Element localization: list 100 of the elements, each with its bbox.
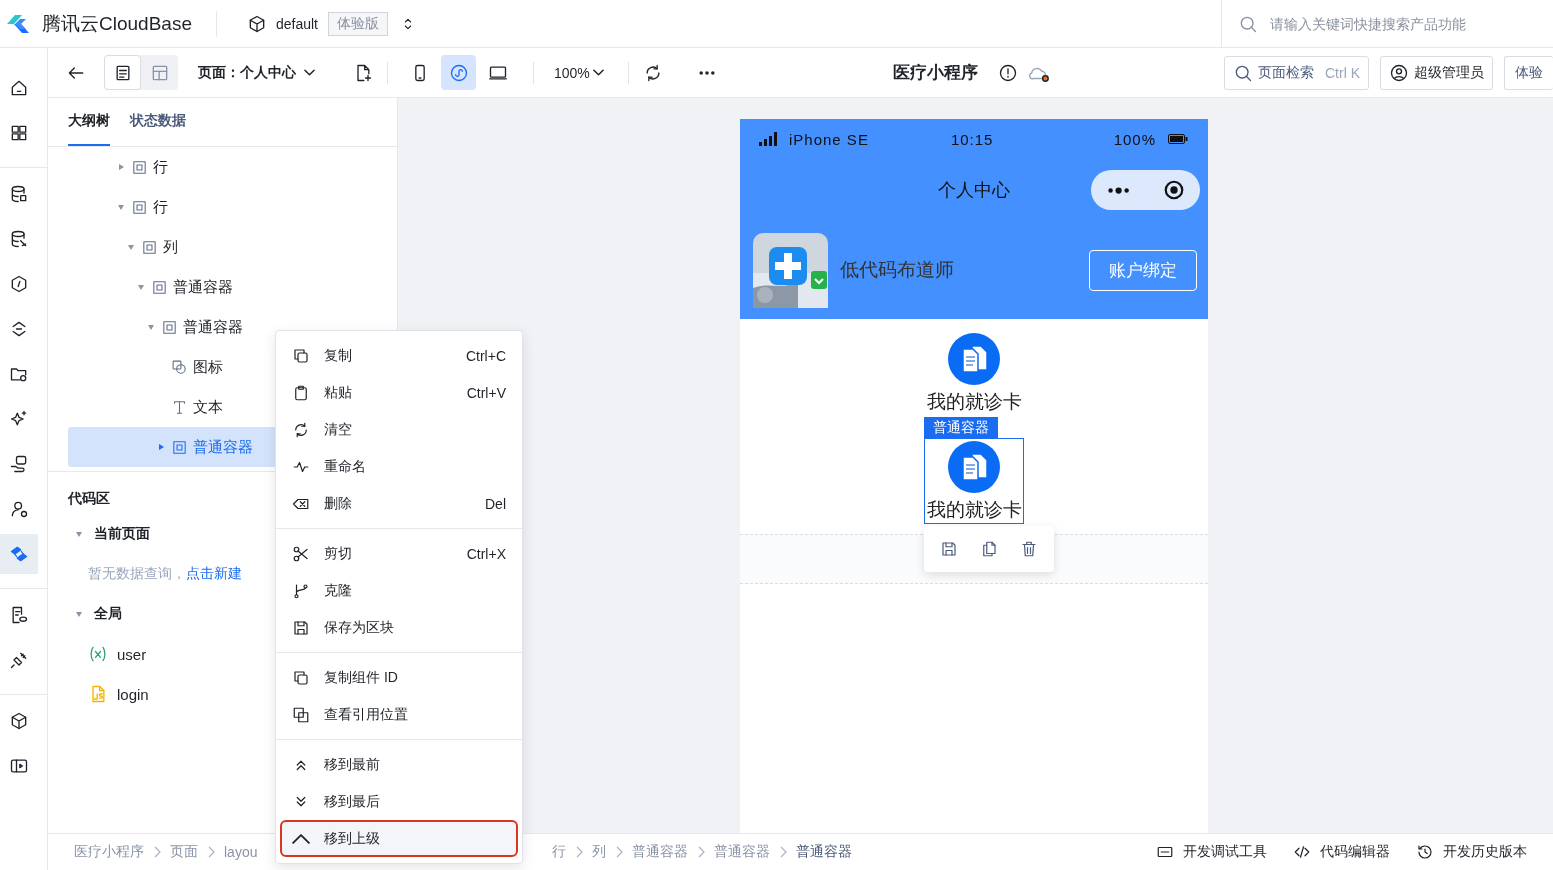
menu-item[interactable]: 复制组件 ID [280, 659, 518, 696]
product-name: 腾讯云CloudBase [42, 11, 192, 36]
chevron-down-icon [304, 69, 315, 76]
menu-item[interactable]: 移到上级 [280, 820, 518, 857]
info-icon[interactable] [997, 62, 1018, 83]
menu-item[interactable]: 剪切 Ctrl+X [280, 535, 518, 572]
caret-icon[interactable] [116, 202, 126, 212]
caret-icon[interactable] [126, 242, 136, 252]
container-icon [131, 158, 148, 176]
tool-button[interactable]: 开发调试工具 [1156, 843, 1267, 861]
tree-label: 图标 [193, 357, 223, 377]
tree-item[interactable]: 普通容器 [68, 267, 397, 307]
menu-item[interactable]: 克隆 [280, 572, 518, 609]
menu-label: 保存为区块 [324, 618, 394, 637]
menu-label: 移到最前 [324, 755, 380, 774]
menu-item[interactable]: 粘贴 Ctrl+V [280, 374, 518, 411]
code-item-label[interactable]: user [117, 645, 147, 663]
user-icon [9, 499, 29, 519]
zoom-dropdown[interactable]: 100% [554, 64, 604, 81]
copy-icon [292, 346, 310, 365]
tool-button[interactable]: 代码编辑器 [1293, 843, 1390, 861]
environment-name[interactable]: default [275, 15, 318, 32]
button-label: 开发调试工具 [1183, 843, 1267, 861]
document-icon[interactable] [948, 333, 1000, 385]
trial-button[interactable]: 体验 [1504, 55, 1553, 90]
button-label: 超级管理员 [1414, 63, 1484, 82]
link-icon [448, 62, 469, 83]
shortcut-hint: Ctrl K [1325, 64, 1360, 81]
scissors-icon [292, 544, 310, 563]
tool-button[interactable]: 开发历史版本 [1416, 843, 1527, 861]
history-icon [1416, 843, 1434, 861]
status-time: 10:15 [950, 130, 994, 148]
menu-item[interactable]: 删除 Del [280, 485, 518, 522]
tab[interactable]: 状态数据 [130, 98, 186, 146]
caret-icon[interactable] [136, 282, 146, 292]
user-name: 低代码布道师 [840, 258, 954, 282]
tree-item[interactable]: 列 [68, 227, 397, 267]
button-label: 页面检索 [1258, 63, 1314, 82]
card-label: 我的就诊卡 [926, 498, 1022, 522]
section-title: 代码区 [68, 489, 110, 508]
page-title: 个人中心 [938, 179, 1010, 202]
tree-label: 普通容器 [193, 437, 253, 457]
button-label: 代码编辑器 [1320, 843, 1390, 861]
menu-label: 复制 [324, 346, 352, 365]
tree-label: 行 [153, 197, 168, 217]
copy-icon[interactable] [980, 540, 998, 558]
empty-hint: 暂无数据查询， [88, 565, 186, 583]
chevron-down-icon [592, 69, 604, 76]
menu-label: 剪切 [324, 544, 352, 563]
caret-icon[interactable] [156, 442, 166, 452]
user-icon [1389, 62, 1409, 83]
container-icon [161, 318, 178, 336]
plug-icon [9, 650, 29, 670]
delete-icon[interactable] [1020, 540, 1038, 558]
container-icon [151, 278, 168, 296]
grid-icon [9, 123, 29, 143]
tree-item[interactable]: 行 [68, 147, 397, 187]
text-icon [171, 398, 188, 416]
tree-label: 普通容器 [173, 277, 233, 297]
menu-item[interactable]: 查看引用位置 [280, 696, 518, 733]
view-toggle[interactable] [104, 55, 141, 90]
caret-icon[interactable] [74, 529, 84, 539]
menu-label: 查看引用位置 [324, 705, 408, 724]
chevron-right-icon [696, 844, 706, 860]
role-button[interactable]: 超级管理员 [1380, 55, 1493, 90]
caret-icon[interactable] [74, 609, 84, 619]
shortcut-hint: Ctrl+V [466, 384, 506, 401]
squares-icon [292, 705, 310, 724]
tree-label: 普通容器 [183, 317, 243, 337]
save-icon[interactable] [940, 540, 958, 558]
container-icon [141, 238, 158, 256]
shapes-icon [171, 358, 188, 376]
container-icon [131, 198, 148, 216]
page-dropdown[interactable]: 页面：个人中心 [198, 63, 315, 82]
create-link[interactable]: 点击新建 [186, 565, 242, 583]
tab[interactable]: 大纲树 [68, 98, 110, 146]
menu-label: 粘贴 [324, 383, 352, 402]
menu-label: 克隆 [324, 581, 352, 600]
menu-item[interactable]: 移到最后 [280, 783, 518, 820]
tree-label: 列 [163, 237, 178, 257]
document-icon[interactable] [948, 441, 1000, 493]
menu-item[interactable]: 保存为区块 [280, 609, 518, 646]
page-search-button[interactable]: 页面检索 Ctrl K [1224, 55, 1369, 90]
code-item-label[interactable]: login [117, 685, 149, 703]
caret-icon[interactable] [116, 162, 126, 172]
tree-item[interactable]: 行 [68, 187, 397, 227]
selection-frame[interactable]: 我的就诊卡 [924, 438, 1024, 524]
device-name: iPhone SE [789, 130, 869, 148]
more-icon[interactable] [1106, 185, 1132, 195]
menu-label: 删除 [324, 494, 352, 513]
tree-label: 行 [153, 157, 168, 177]
caret-icon[interactable] [146, 322, 156, 332]
card-label: 我的就诊卡 [926, 390, 1022, 414]
branch-icon [292, 581, 310, 600]
menu-label: 移到上级 [324, 829, 380, 848]
search-field[interactable]: 请输入关键词快捷搜索产品功能 [1268, 14, 1532, 33]
database-icon [9, 229, 29, 249]
button-label: 开发历史版本 [1443, 843, 1527, 861]
breadcrumb-item[interactable]: 普通容器 [796, 843, 852, 861]
menu-item[interactable]: 移到最前 [280, 746, 518, 783]
